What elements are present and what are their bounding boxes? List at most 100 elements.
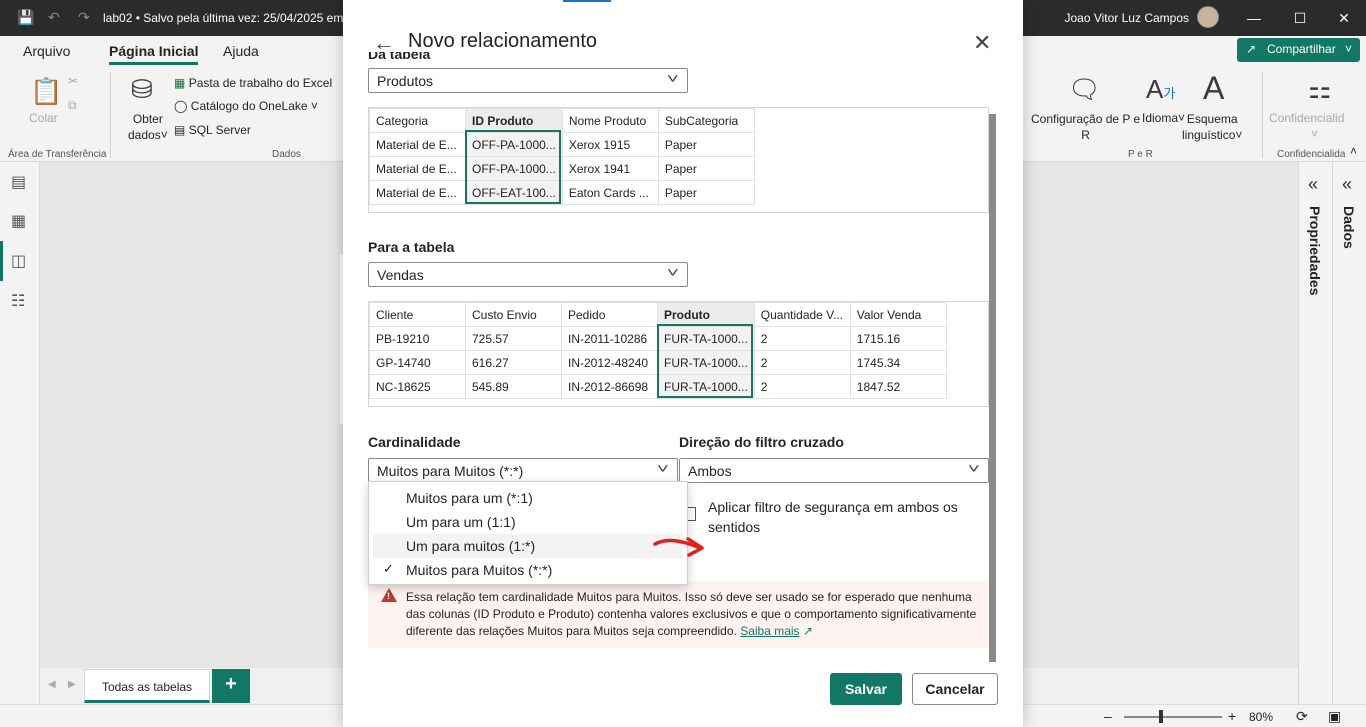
table-cell: Material de E... [369, 132, 466, 157]
chevron-down-icon: ˅ [310, 99, 318, 113]
redo-icon[interactable]: ↷ [78, 9, 90, 26]
from-column-header[interactable]: Categoria [369, 108, 466, 133]
to-column-header[interactable]: Custo Envio [465, 302, 562, 327]
properties-pane[interactable]: « Propriedades [1298, 162, 1332, 704]
cross-filter-select[interactable]: Ambos ˅ [679, 458, 989, 483]
next-page-icon[interactable]: ▶ [68, 679, 76, 690]
cardinality-value: Muitos para Muitos (*:*) [377, 463, 524, 479]
table-cell: FUR-TA-1000... [657, 350, 755, 375]
get-data-label-1: Obter [132, 112, 163, 126]
from-table-select[interactable]: Produtos ˅ [368, 68, 688, 93]
to-column-header[interactable]: Quantidade V... [753, 302, 851, 327]
onelake-button[interactable]: ◯ Catálogo do OneLake ˅ [174, 99, 318, 113]
table-cell: Paper [657, 132, 755, 157]
zoom-slider-thumb[interactable] [1159, 710, 1163, 723]
data-pane[interactable]: « Dados [1332, 162, 1366, 704]
ribbon-separator [110, 72, 111, 158]
dialog-scrollbar[interactable] [989, 114, 996, 662]
fullscreen-icon[interactable]: ▣ [1328, 708, 1341, 725]
cardinality-select[interactable]: Muitos para Muitos (*:*) ˅ [368, 458, 678, 483]
warning-icon: ! [381, 588, 397, 602]
learn-more-link[interactable]: Saiba mais [740, 624, 799, 638]
table-cell: PB-19210 [369, 326, 466, 351]
from-column-header[interactable]: Nome Produto [561, 108, 659, 133]
collapse-ribbon-icon[interactable]: ˄ [1350, 144, 1357, 158]
table-cell: FUR-TA-1000... [657, 374, 755, 399]
option-label: Um para um (1:1) [406, 514, 516, 530]
to-column-header[interactable]: Pedido [561, 302, 658, 327]
share-button[interactable]: ↗ Compartilhar ˅ [1237, 38, 1360, 62]
tab-pagina-inicial[interactable]: Página Inicial [109, 43, 199, 65]
external-link-icon[interactable]: ↗ [803, 624, 813, 638]
close-icon[interactable]: ✕ [973, 30, 991, 56]
to-column-header[interactable]: Cliente [369, 302, 466, 327]
tab-arquivo[interactable]: Arquivo [23, 43, 70, 59]
paste-button: Colar [29, 111, 58, 125]
cancel-button[interactable]: Cancelar [912, 673, 998, 705]
expand-icon[interactable]: « [1308, 174, 1318, 195]
cardinality-option-many-to-one[interactable]: Muitos para um (*:1) [369, 486, 687, 510]
database-icon: ⛁ [131, 74, 153, 104]
table-cell: Material de E... [369, 180, 466, 205]
zoom-out-icon[interactable]: – [1104, 708, 1112, 724]
table-row: NC-18625 545.89 IN-2012-86698 FUR-TA-1000..… [369, 374, 947, 399]
table-cell: Xerox 1941 [561, 156, 659, 181]
cardinality-option-one-to-one[interactable]: Um para um (1:1) [369, 510, 687, 534]
zoom-in-icon[interactable]: + [1228, 708, 1236, 724]
to-column-header[interactable]: Produto [657, 302, 755, 327]
from-preview-table: Categoria ID Produto Nome Produto SubCatego… [369, 108, 755, 205]
sql-server-button[interactable]: ▤ SQL Server [174, 123, 251, 137]
cardinality-option-many-to-many[interactable]: ✓ Muitos para Muitos (*:*) [369, 558, 687, 582]
zoom-slider[interactable] [1124, 716, 1222, 718]
table-cell: Paper [657, 180, 755, 205]
language-button[interactable]: Idioma˅ [1142, 111, 1185, 125]
chevron-down-icon: ˅ [667, 265, 680, 280]
model-view-icon[interactable]: ◫ [11, 251, 26, 271]
undo-icon[interactable]: ↶ [48, 9, 60, 26]
cross-filter-label: Direção do filtro cruzado [679, 434, 844, 450]
chevron-down-icon: ˅ [1311, 127, 1319, 141]
fit-page-icon[interactable]: ⟳ [1296, 708, 1308, 725]
maximize-icon[interactable]: ☐ [1290, 10, 1310, 27]
add-page-button[interactable]: + [212, 669, 250, 703]
cardinality-option-one-to-many[interactable]: Um para muitos (1:*) [373, 534, 683, 558]
chevron-down-icon: ˅ [160, 128, 168, 142]
document-title: lab02 • Salvo pela última vez: 25/04/202… [103, 11, 344, 25]
excel-button[interactable]: ▦ Pasta de trabalho do Excel [174, 76, 332, 90]
annotation-arrow-icon [653, 537, 704, 557]
save-icon[interactable]: 💾 [17, 9, 34, 26]
to-table-preview: Cliente Custo Envio Pedido Produto Quantidad… [368, 301, 989, 407]
new-relationship-dialog: ← Novo relacionamento ✕ Da tabela Produt… [343, 0, 1023, 727]
table-view-icon[interactable]: ▦ [11, 211, 26, 231]
paste-icon: 📋 [30, 76, 63, 106]
avatar[interactable] [1197, 6, 1219, 28]
from-column-header[interactable]: SubCategoria [657, 108, 755, 133]
user-name[interactable]: Joao Vitor Luz Campos [1064, 11, 1189, 25]
minimize-icon[interactable]: — [1244, 10, 1264, 26]
qa-config-label-1: Configuração de P e [1031, 112, 1141, 126]
prev-page-icon[interactable]: ◀ [48, 679, 56, 690]
to-column-header[interactable]: Valor Venda [849, 302, 947, 327]
table-cell: OFF-PA-1000... [465, 132, 563, 157]
schema-button[interactable]: Esquema linguístico˅ [1182, 111, 1242, 143]
get-data-button[interactable]: Obter dados˅ [128, 111, 168, 143]
chevron-down-icon: ˅ [1344, 42, 1352, 56]
close-icon[interactable]: ✕ [1334, 10, 1354, 27]
save-button[interactable]: Salvar [830, 673, 902, 705]
dax-query-icon[interactable]: ☷ [11, 291, 25, 311]
from-table-label: Da tabela [368, 52, 431, 60]
page-tab-all-tables[interactable]: Todas as tabelas [84, 669, 210, 703]
report-view-icon[interactable]: ▤ [11, 172, 26, 192]
tab-ajuda[interactable]: Ajuda [223, 43, 259, 59]
data-pane-label: Dados [1341, 206, 1357, 249]
expand-icon[interactable]: « [1342, 174, 1352, 195]
active-view-indicator [0, 241, 3, 281]
table-cell: 1715.16 [849, 326, 947, 351]
dialog-title: Novo relacionamento [408, 30, 597, 52]
qa-config-button[interactable]: Configuração de P e R [1031, 111, 1140, 143]
get-data-label-2: dados [128, 128, 161, 142]
from-column-header[interactable]: ID Produto [465, 108, 563, 133]
to-table-select[interactable]: Vendas ˅ [368, 262, 688, 287]
cardinality-label: Cardinalidade [368, 434, 461, 450]
table-cell: OFF-EAT-100... [465, 180, 563, 205]
